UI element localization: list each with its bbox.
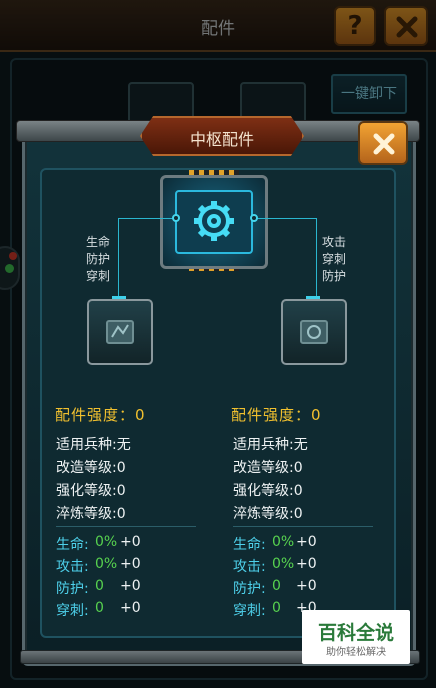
attr-bonus: +0 (120, 534, 141, 550)
attr-bonus: +0 (120, 600, 141, 616)
attr-text: 防护 (85, 252, 110, 266)
attr-text: 穿刺 (321, 252, 346, 266)
connector-line (118, 218, 176, 219)
attr-percent: 0 (95, 578, 104, 594)
attr-bonus: +0 (120, 556, 141, 572)
info-row: 强化等级:0 (56, 483, 126, 499)
left-slot-attributes: 生命 防护 穿刺 (78, 234, 118, 285)
modal-close-button[interactable] (358, 121, 408, 165)
attr-text: 防护 (321, 269, 346, 283)
info-row: 强化等级:0 (233, 483, 303, 499)
attr-key: 防护: (233, 581, 266, 597)
attr-percent: 0 (272, 578, 281, 594)
watermark-title: 百科全说 (317, 622, 394, 644)
info-row: 淬炼等级:0 (233, 506, 303, 522)
attr-text: 穿刺 (85, 269, 110, 283)
attr-percent: 0% (272, 556, 295, 572)
attr-percent: 0% (95, 556, 118, 572)
part-strength: 配件强度：0 (231, 406, 322, 424)
info-row: 适用兵种:无 (233, 437, 308, 453)
right-slot-attributes: 攻击 穿刺 防护 (314, 234, 354, 285)
info-row: 改造等级:0 (56, 460, 126, 476)
close-icon (373, 133, 395, 155)
attr-percent: 0 (272, 600, 281, 616)
info-row: 改造等级:0 (233, 460, 303, 476)
info-row: 淬炼等级:0 (56, 506, 126, 522)
connector-line (118, 218, 119, 298)
attr-text: 生命 (85, 235, 110, 249)
attr-bonus: +0 (296, 578, 317, 594)
left-part-slot[interactable] (87, 299, 153, 365)
info-row: 适用兵种:无 (56, 437, 131, 453)
attr-bonus: +0 (296, 556, 317, 572)
connector-line (256, 218, 316, 219)
attr-bonus: +0 (120, 578, 141, 594)
attr-text: 攻击 (321, 235, 346, 249)
attr-key: 攻击: (56, 559, 89, 575)
attr-key: 攻击: (233, 559, 266, 575)
core-part-slot[interactable] (160, 175, 268, 269)
divider (56, 526, 196, 527)
part-icon (106, 320, 134, 344)
right-part-slot[interactable] (281, 299, 347, 365)
attr-key: 穿刺: (56, 603, 89, 619)
attr-percent: 0 (95, 600, 104, 616)
connector-node (250, 214, 258, 222)
attr-key: 生命: (233, 537, 266, 553)
attr-percent: 0% (272, 534, 295, 550)
attr-key: 穿刺: (233, 603, 266, 619)
gear-icon (194, 201, 234, 241)
divider (233, 526, 373, 527)
attr-bonus: +0 (296, 534, 317, 550)
connector-node (172, 214, 180, 222)
attr-key: 生命: (56, 537, 89, 553)
part-icon (300, 320, 328, 344)
watermark-subtitle: 助你轻松解决 (326, 647, 386, 658)
modal-title: 中枢配件 (189, 130, 254, 149)
part-strength: 配件强度：0 (55, 406, 146, 424)
attr-percent: 0% (95, 534, 118, 550)
attr-key: 防护: (56, 581, 89, 597)
